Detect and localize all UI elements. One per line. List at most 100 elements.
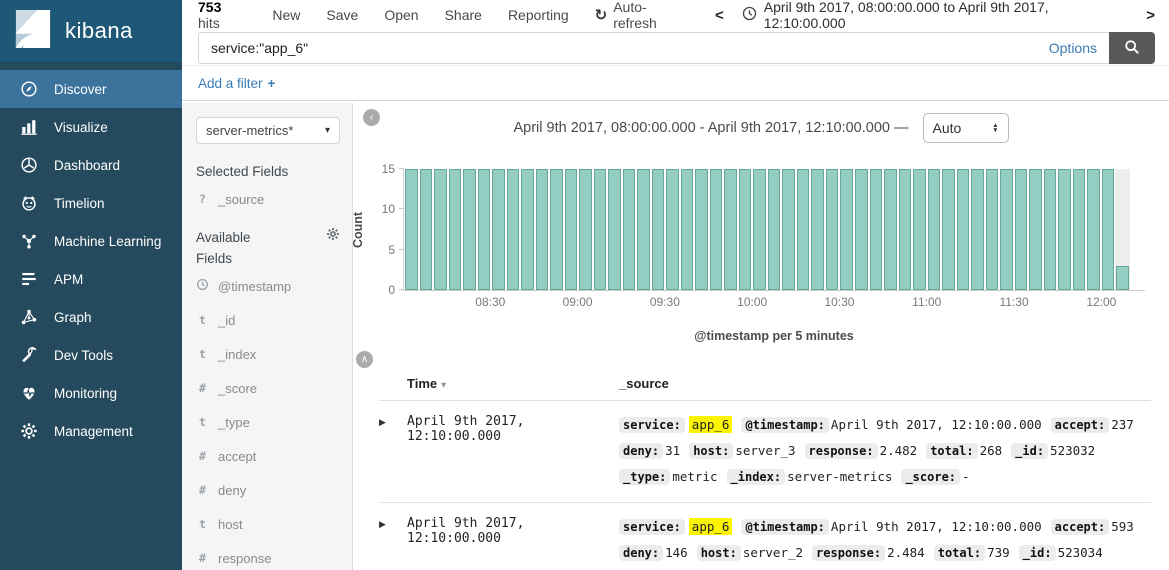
field-item-_type[interactable]: t_type bbox=[196, 405, 340, 439]
histogram-bar[interactable] bbox=[884, 169, 897, 290]
time-prev-button[interactable]: < bbox=[715, 7, 724, 24]
histogram-bar[interactable] bbox=[870, 169, 883, 290]
histogram-bar[interactable] bbox=[637, 169, 650, 290]
histogram-bar[interactable] bbox=[405, 169, 418, 290]
field-item-_id[interactable]: t_id bbox=[196, 303, 340, 337]
menu-save[interactable]: Save bbox=[326, 7, 358, 23]
menu-open[interactable]: Open bbox=[384, 7, 418, 23]
sidebar-item-dev-tools[interactable]: Dev Tools bbox=[0, 336, 182, 374]
histogram-bar[interactable] bbox=[695, 169, 708, 290]
search-button[interactable] bbox=[1109, 32, 1155, 64]
histogram-bar[interactable] bbox=[1087, 169, 1100, 290]
histogram-bar[interactable] bbox=[579, 169, 592, 290]
sidebar-item-timelion[interactable]: Timelion bbox=[0, 184, 182, 222]
field-badge: _score: bbox=[901, 469, 960, 485]
histogram-bar[interactable] bbox=[942, 169, 955, 290]
histogram-bar[interactable] bbox=[840, 169, 853, 290]
query-options-link[interactable]: Options bbox=[1049, 40, 1097, 56]
field-item-accept[interactable]: #accept bbox=[196, 439, 340, 473]
sidebar-item-apm[interactable]: APM bbox=[0, 260, 182, 298]
field-badge: host: bbox=[689, 443, 733, 459]
index-pattern-select[interactable]: server-metrics* ▾ bbox=[196, 117, 340, 144]
histogram-bar[interactable] bbox=[478, 169, 491, 290]
histogram-bar[interactable] bbox=[492, 169, 505, 290]
histogram-bar[interactable] bbox=[957, 169, 970, 290]
sidebar-item-discover[interactable]: Discover bbox=[0, 70, 182, 108]
histogram-bar[interactable] bbox=[797, 169, 810, 290]
histogram-bar[interactable] bbox=[521, 169, 534, 290]
histogram-bar[interactable] bbox=[1029, 169, 1042, 290]
histogram-bar[interactable] bbox=[681, 169, 694, 290]
time-next-button[interactable]: > bbox=[1146, 7, 1155, 24]
expand-row-icon[interactable]: ▶ bbox=[379, 514, 407, 570]
collapse-histogram-button[interactable]: ∧ bbox=[356, 351, 373, 368]
time-column-header[interactable]: Time▾ bbox=[407, 376, 619, 391]
field-settings-gear-icon[interactable] bbox=[326, 227, 340, 246]
histogram-bar[interactable] bbox=[507, 169, 520, 290]
histogram-bar[interactable] bbox=[1073, 169, 1086, 290]
kibana-logo[interactable]: kibana bbox=[0, 0, 182, 62]
field-item-_score[interactable]: #_score bbox=[196, 371, 340, 405]
histogram-bar[interactable] bbox=[899, 169, 912, 290]
histogram-bar[interactable] bbox=[986, 169, 999, 290]
add-filter-button[interactable]: Add a filter+ bbox=[198, 76, 275, 91]
histogram-bar[interactable] bbox=[710, 169, 723, 290]
menu-share[interactable]: Share bbox=[445, 7, 482, 23]
filter-bar: Add a filter+ bbox=[182, 65, 1169, 101]
histogram-bar[interactable] bbox=[420, 169, 433, 290]
sidebar-item-machine-learning[interactable]: Machine Learning bbox=[0, 222, 182, 260]
histogram-bar[interactable] bbox=[971, 169, 984, 290]
histogram-bar[interactable] bbox=[724, 169, 737, 290]
histogram-bar[interactable] bbox=[550, 169, 563, 290]
doc-time: April 9th 2017, 12:10:00.000 bbox=[407, 514, 619, 570]
histogram-bar[interactable] bbox=[782, 169, 795, 290]
query-input[interactable] bbox=[211, 40, 1039, 56]
clock-icon bbox=[742, 6, 757, 24]
histogram-bar[interactable] bbox=[652, 169, 665, 290]
histogram-bar[interactable] bbox=[565, 169, 578, 290]
histogram-bar[interactable] bbox=[434, 169, 447, 290]
histogram-bar[interactable] bbox=[623, 169, 636, 290]
field-item-deny[interactable]: #deny bbox=[196, 473, 340, 507]
histogram-bar[interactable] bbox=[463, 169, 476, 290]
histogram-bar[interactable] bbox=[768, 169, 781, 290]
sidebar-item-monitoring[interactable]: Monitoring bbox=[0, 374, 182, 412]
histogram-bar[interactable] bbox=[1058, 169, 1071, 290]
histogram-bar[interactable] bbox=[608, 169, 621, 290]
field-item-@timestamp[interactable]: @timestamp bbox=[196, 269, 340, 303]
sidebar-item-graph[interactable]: Graph bbox=[0, 298, 182, 336]
histogram-bar[interactable] bbox=[1015, 169, 1028, 290]
histogram-bar[interactable] bbox=[739, 169, 752, 290]
histogram-bar[interactable] bbox=[666, 169, 679, 290]
field-item-_source[interactable]: ?_source bbox=[196, 185, 340, 213]
auto-refresh-button[interactable]: ↻ Auto-refresh bbox=[595, 0, 689, 31]
hits-count: 753 hits bbox=[198, 0, 246, 31]
field-item-host[interactable]: thost bbox=[196, 507, 340, 541]
histogram-bar[interactable] bbox=[753, 169, 766, 290]
sidebar-item-management[interactable]: Management bbox=[0, 412, 182, 450]
field-value: 2.484 bbox=[887, 545, 925, 560]
histogram-bar[interactable] bbox=[536, 169, 549, 290]
histogram-bar[interactable] bbox=[1102, 169, 1115, 290]
sidebar-item-visualize[interactable]: Visualize bbox=[0, 108, 182, 146]
time-range-picker[interactable]: April 9th 2017, 08:00:00.000 to April 9t… bbox=[742, 0, 1129, 31]
interval-select[interactable]: Auto ▲▼ bbox=[923, 113, 1009, 143]
histogram-bar[interactable] bbox=[855, 169, 868, 290]
histogram-bar[interactable] bbox=[1116, 266, 1129, 290]
expand-row-icon[interactable]: ▶ bbox=[379, 412, 407, 490]
collapse-sidebar-button[interactable]: ‹ bbox=[363, 109, 380, 126]
x-tick-label: 10:30 bbox=[824, 295, 854, 309]
sidebar-item-dashboard[interactable]: Dashboard bbox=[0, 146, 182, 184]
histogram-bar[interactable] bbox=[928, 169, 941, 290]
histogram-bar[interactable] bbox=[811, 169, 824, 290]
field-item-_index[interactable]: t_index bbox=[196, 337, 340, 371]
menu-reporting[interactable]: Reporting bbox=[508, 7, 569, 23]
histogram-bar[interactable] bbox=[1000, 169, 1013, 290]
histogram-bar[interactable] bbox=[913, 169, 926, 290]
menu-new[interactable]: New bbox=[272, 7, 300, 23]
histogram-bar[interactable] bbox=[1044, 169, 1057, 290]
histogram-bar[interactable] bbox=[449, 169, 462, 290]
histogram-bar[interactable] bbox=[594, 169, 607, 290]
histogram-bar[interactable] bbox=[826, 169, 839, 290]
field-item-response[interactable]: #response bbox=[196, 541, 340, 570]
